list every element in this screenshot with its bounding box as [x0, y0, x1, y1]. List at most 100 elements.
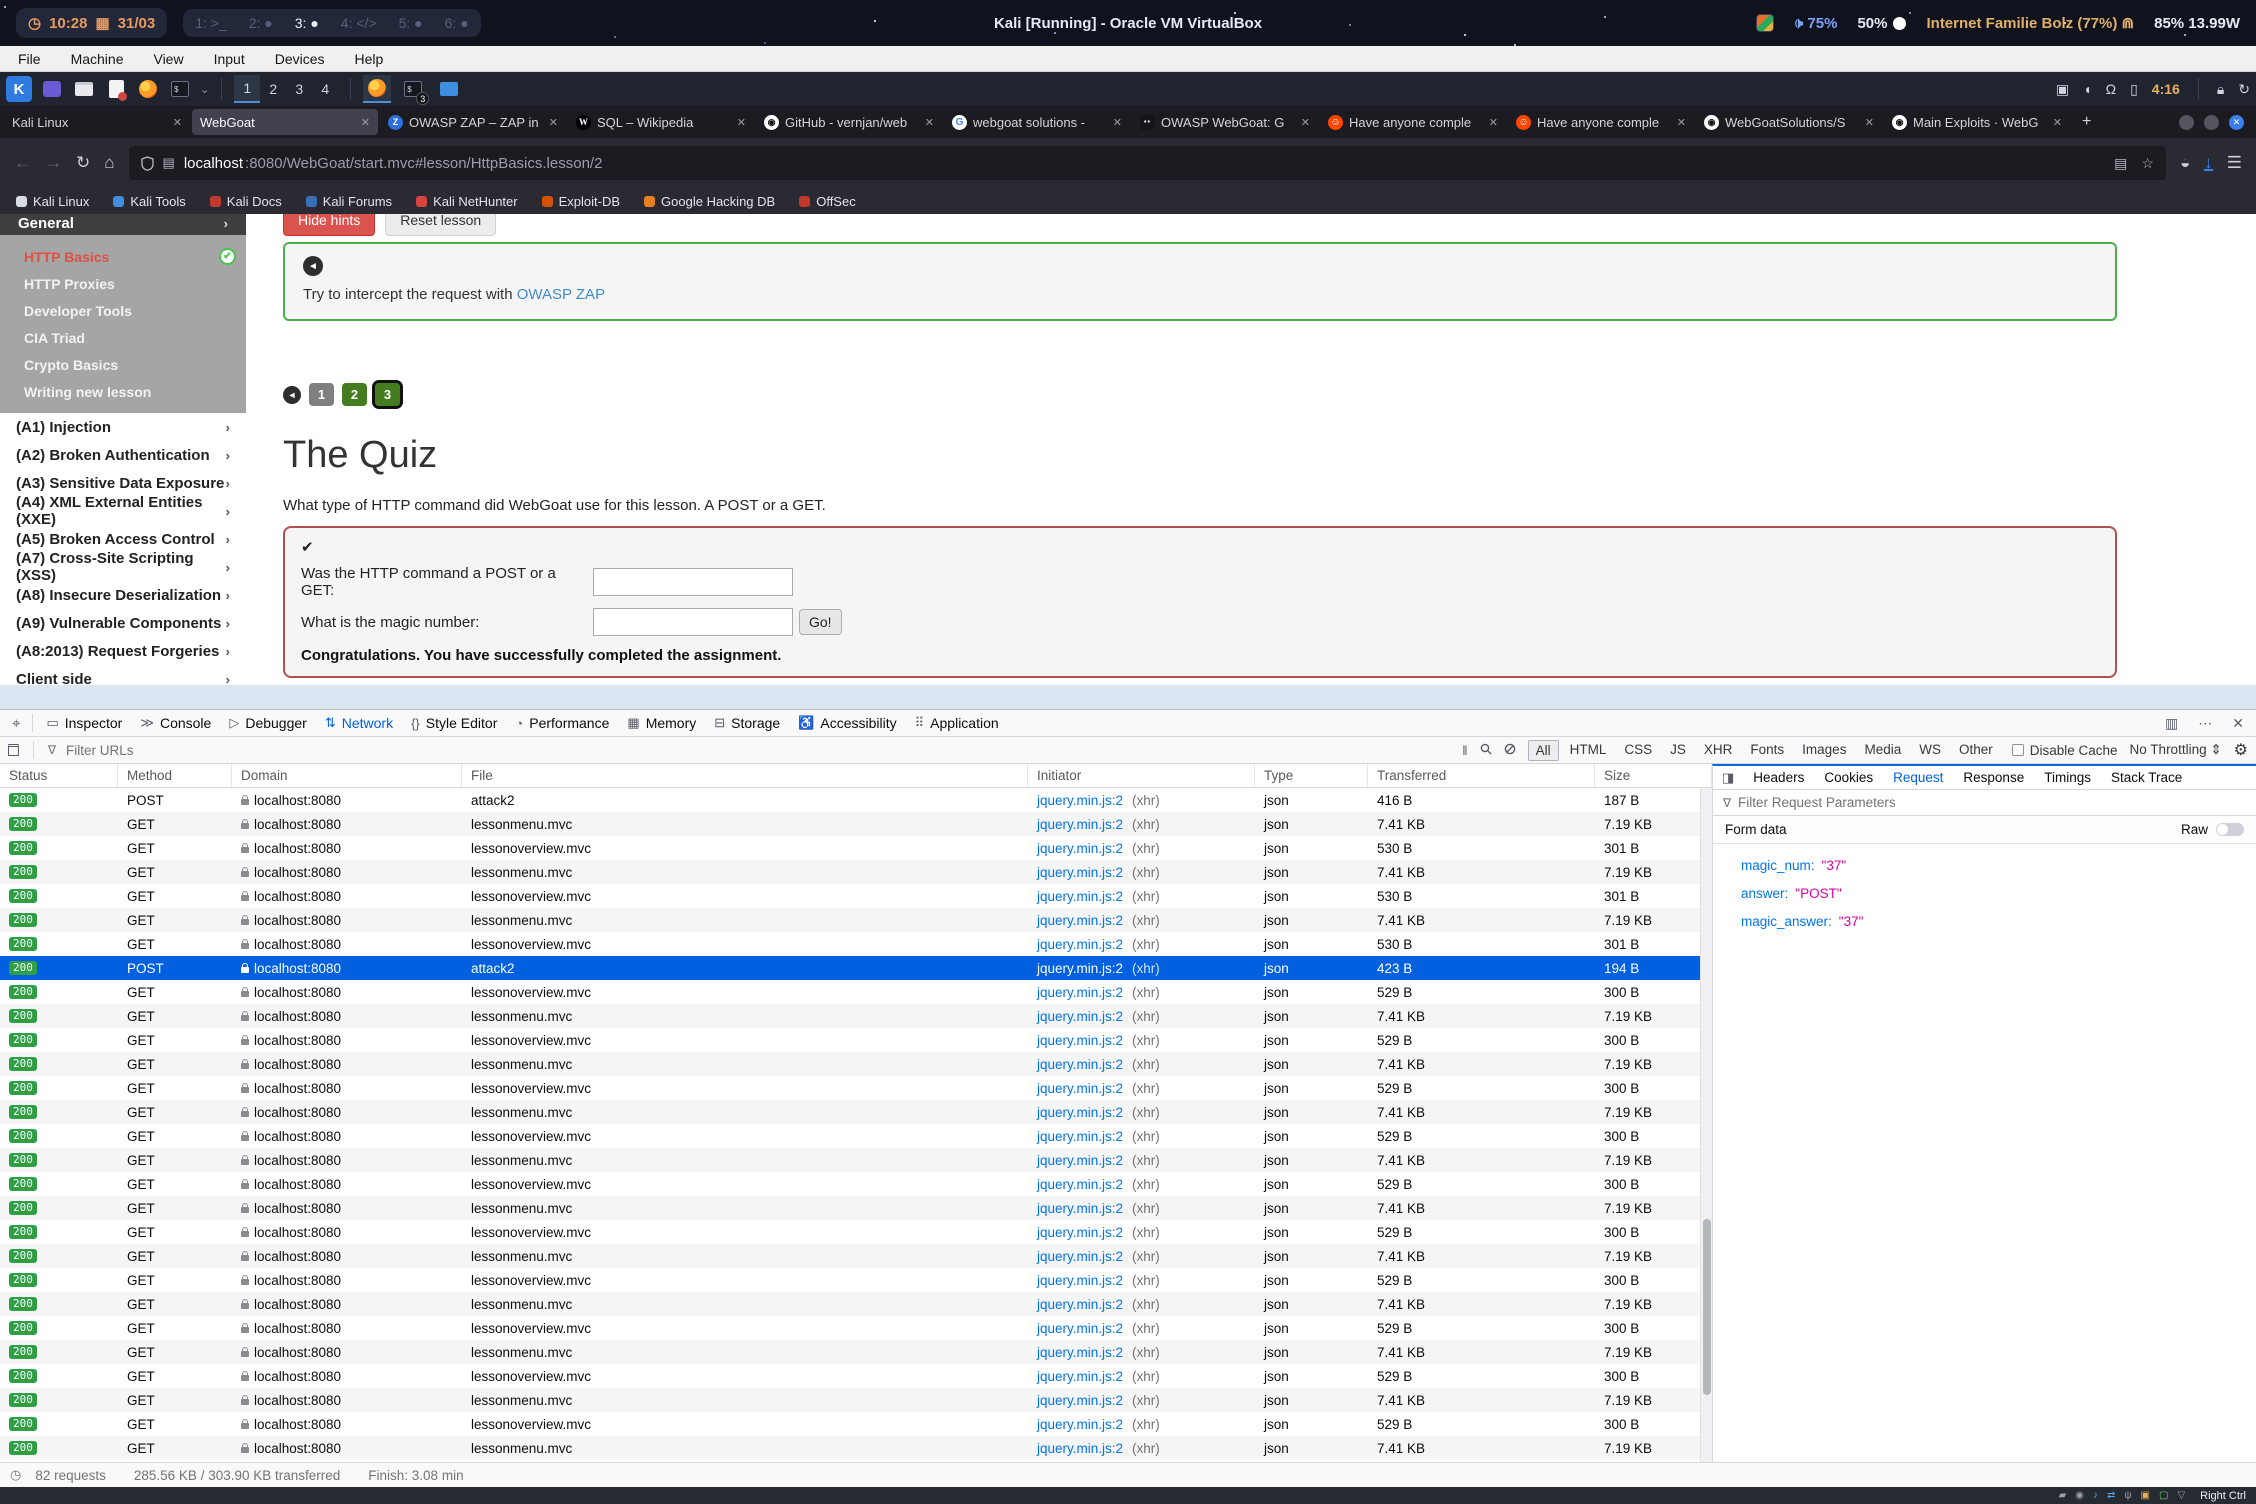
- brightness-indicator[interactable]: 50%: [1857, 15, 1906, 32]
- network-request-row[interactable]: 200GETlocalhost:8080lessonoverview.mvcjq…: [0, 836, 1712, 860]
- browser-tab[interactable]: ◉Main Exploits · WebG✕: [1884, 109, 2070, 135]
- initiator-link[interactable]: jquery.min.js:2: [1037, 1057, 1123, 1072]
- bookmark-item[interactable]: Kali Tools: [113, 194, 185, 209]
- browser-tab[interactable]: WebGoat✕: [192, 109, 378, 135]
- quiz-q2-input[interactable]: [593, 608, 793, 636]
- network-tray-icon[interactable]: ▣: [2056, 81, 2069, 98]
- details-tab-stack-trace[interactable]: Stack Trace: [2101, 766, 2192, 789]
- sidebar-category-item[interactable]: (A8:2013) Request Forgeries›: [0, 637, 246, 665]
- menu-help[interactable]: Help: [355, 51, 384, 67]
- type-filter-images[interactable]: Images: [1795, 740, 1853, 761]
- initiator-link[interactable]: jquery.min.js:2: [1037, 1153, 1123, 1168]
- table-scrollbar[interactable]: [1700, 788, 1712, 1462]
- network-request-row[interactable]: 200GETlocalhost:8080lessonoverview.mvcjq…: [0, 1412, 1712, 1436]
- maximize-button[interactable]: [2204, 115, 2219, 130]
- lock-screen-icon[interactable]: 🔒︎: [2217, 81, 2224, 98]
- network-request-row[interactable]: 200GETlocalhost:8080lessonmenu.mvcjquery…: [0, 1004, 1712, 1028]
- workspace-button[interactable]: 2: [260, 75, 286, 103]
- menu-devices[interactable]: Devices: [275, 51, 325, 67]
- form-data-param[interactable]: answer:"POST": [1713, 879, 2256, 907]
- pick-element-icon[interactable]: ⌖: [4, 715, 28, 732]
- devtools-tab-performance[interactable]: ◔Performance: [506, 710, 618, 736]
- show-desktop-icon[interactable]: [40, 77, 64, 101]
- type-filter-media[interactable]: Media: [1857, 740, 1908, 761]
- menu-machine[interactable]: Machine: [71, 51, 124, 67]
- network-request-row[interactable]: 200GETlocalhost:8080lessonmenu.mvcjquery…: [0, 1436, 1712, 1460]
- type-filter-fonts[interactable]: Fonts: [1743, 740, 1791, 761]
- toggle-details-pane-icon[interactable]: ◨: [1713, 770, 1743, 786]
- browser-tab[interactable]: ◉WebGoatSolutions/S✕: [1696, 109, 1882, 135]
- network-request-row[interactable]: 200GETlocalhost:8080lessonoverview.mvcjq…: [0, 1028, 1712, 1052]
- details-tab-cookies[interactable]: Cookies: [1814, 766, 1883, 789]
- column-header-file[interactable]: File: [462, 764, 1028, 787]
- terminal-launcher-icon[interactable]: $: [168, 77, 192, 101]
- host-workspace[interactable]: 4: </>: [341, 15, 377, 31]
- initiator-link[interactable]: jquery.min.js:2: [1037, 865, 1123, 880]
- type-filter-all[interactable]: All: [1528, 740, 1559, 761]
- scrollbar-thumb[interactable]: [1703, 1219, 1711, 1394]
- initiator-link[interactable]: jquery.min.js:2: [1037, 1441, 1123, 1456]
- taskbar-terminal-window[interactable]: $3: [399, 75, 427, 103]
- browser-tab[interactable]: WSQL – Wikipedia✕: [568, 109, 754, 135]
- kali-clock[interactable]: 4:16: [2152, 81, 2180, 97]
- initiator-link[interactable]: jquery.min.js:2: [1037, 1249, 1123, 1264]
- tab-close-icon[interactable]: ✕: [1113, 116, 1122, 129]
- minimize-button[interactable]: [2179, 115, 2194, 130]
- audio-tray-icon[interactable]: ◖: [2083, 81, 2091, 97]
- filter-request-parameters[interactable]: ∇ Filter Request Parameters: [1713, 790, 2256, 816]
- pocket-icon[interactable]: ◒: [2180, 153, 2190, 173]
- browser-tab[interactable]: ••OWASP WebGoat: G✕: [1132, 109, 1318, 135]
- volume-indicator[interactable]: 🕩 75%: [1794, 15, 1838, 32]
- filter-urls-input[interactable]: Filter URLs: [66, 743, 134, 758]
- devtools-tab-inspector[interactable]: ▭Inspector: [37, 710, 131, 736]
- initiator-link[interactable]: jquery.min.js:2: [1037, 1225, 1123, 1240]
- site-info-icon[interactable]: ▤: [163, 155, 175, 171]
- bookmark-item[interactable]: Google Hacking DB: [644, 194, 775, 209]
- url-bar[interactable]: ▤ localhost:8080/WebGoat/start.mvc#lesso…: [129, 146, 2166, 180]
- initiator-link[interactable]: jquery.min.js:2: [1037, 1081, 1123, 1096]
- network-request-row[interactable]: 200GETlocalhost:8080lessonmenu.mvcjquery…: [0, 1244, 1712, 1268]
- type-filter-ws[interactable]: WS: [1912, 740, 1948, 761]
- taskbar-files-window[interactable]: [435, 75, 463, 103]
- tab-close-icon[interactable]: ✕: [1489, 116, 1498, 129]
- bookmark-item[interactable]: Kali Forums: [306, 194, 392, 209]
- initiator-link[interactable]: jquery.min.js:2: [1037, 1201, 1123, 1216]
- devtools-tab-memory[interactable]: ▦Memory: [618, 710, 705, 736]
- column-header-type[interactable]: Type: [1255, 764, 1368, 787]
- network-request-row[interactable]: 200GETlocalhost:8080lessonmenu.mvcjquery…: [0, 1196, 1712, 1220]
- previous-hint-button[interactable]: ◄: [303, 256, 323, 276]
- devtools-tab-network[interactable]: ⇅Network: [316, 710, 402, 736]
- quiz-q1-input[interactable]: [593, 568, 793, 596]
- workspace-button[interactable]: 1: [234, 75, 260, 103]
- column-header-size[interactable]: Size: [1595, 764, 1712, 787]
- column-header-method[interactable]: Method: [118, 764, 232, 787]
- close-devtools-icon[interactable]: ✕: [2224, 715, 2252, 732]
- host-workspace[interactable]: 3: ●: [295, 15, 319, 31]
- sidebar-lesson-item[interactable]: Developer Tools: [0, 297, 246, 324]
- bookmark-star-icon[interactable]: ☆: [2141, 155, 2154, 172]
- tab-close-icon[interactable]: ✕: [1301, 116, 1310, 129]
- close-window-button[interactable]: ✕: [2229, 115, 2244, 130]
- type-filter-js[interactable]: JS: [1663, 740, 1693, 761]
- raw-toggle[interactable]: [2216, 823, 2244, 836]
- network-request-row[interactable]: 200GETlocalhost:8080lessonoverview.mvcjq…: [0, 1220, 1712, 1244]
- initiator-link[interactable]: jquery.min.js:2: [1037, 985, 1123, 1000]
- split-console-icon[interactable]: ▥: [2157, 715, 2186, 732]
- tab-close-icon[interactable]: ✕: [361, 116, 370, 129]
- page-number-button[interactable]: 2: [342, 383, 367, 406]
- file-manager-icon[interactable]: [72, 77, 96, 101]
- column-header-status[interactable]: Status: [0, 764, 118, 787]
- sidebar-lesson-item[interactable]: Crypto Basics: [0, 351, 246, 378]
- sidebar-lesson-item[interactable]: Writing new lesson: [0, 378, 246, 405]
- details-tab-response[interactable]: Response: [1953, 766, 2034, 789]
- workspace-button[interactable]: 3: [286, 75, 312, 103]
- forward-button[interactable]: →: [45, 153, 62, 173]
- clear-requests-icon[interactable]: [8, 744, 19, 756]
- host-workspace[interactable]: 6: ●: [445, 15, 469, 31]
- sidebar-category-item[interactable]: (A5) Broken Access Control›: [0, 525, 246, 553]
- browser-tab[interactable]: ☺Have anyone comple✕: [1508, 109, 1694, 135]
- initiator-link[interactable]: jquery.min.js:2: [1037, 1129, 1123, 1144]
- network-settings-gear-icon[interactable]: ⚙: [2234, 740, 2248, 760]
- form-data-param[interactable]: magic_answer:"37": [1713, 907, 2256, 935]
- initiator-link[interactable]: jquery.min.js:2: [1037, 913, 1123, 928]
